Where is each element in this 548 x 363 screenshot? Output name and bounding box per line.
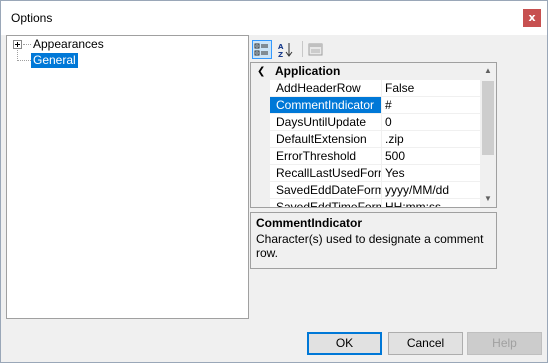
property-value[interactable]: False (382, 80, 480, 97)
svg-text:A: A (278, 43, 284, 51)
categorized-button[interactable] (252, 40, 272, 59)
property-name[interactable]: SavedEddDateFormat (270, 182, 382, 199)
tree-connector (17, 60, 31, 61)
svg-text:Z: Z (278, 51, 283, 58)
property-row[interactable]: ErrorThreshold 500 (251, 148, 480, 165)
property-pages-button[interactable] (306, 40, 326, 59)
property-grid-toolbar: A Z (250, 38, 546, 62)
row-gutter (251, 114, 270, 131)
property-row[interactable]: DaysUntilUpdate 0 (251, 114, 480, 131)
help-button[interactable]: Help (467, 332, 542, 355)
row-gutter (251, 97, 270, 114)
property-row[interactable]: AddHeaderRow False (251, 80, 480, 97)
title-bar: Options x (1, 1, 547, 35)
close-button[interactable]: x (523, 9, 541, 27)
property-name[interactable]: DefaultExtension (270, 131, 382, 148)
tree-connector (23, 44, 31, 45)
property-name[interactable]: AddHeaderRow (270, 80, 382, 97)
row-gutter (251, 131, 270, 148)
scroll-down-icon[interactable]: ▼ (480, 191, 496, 207)
options-dialog: Options x Appearances General A Z ❮ Appl… (0, 0, 548, 363)
row-gutter (251, 199, 270, 207)
row-gutter (251, 165, 270, 182)
alphabetical-button[interactable]: A Z (275, 40, 295, 59)
property-row[interactable]: DefaultExtension .zip (251, 131, 480, 148)
property-row[interactable]: CommentIndicator # (251, 97, 480, 114)
property-value[interactable]: Yes (382, 165, 480, 182)
alphabetical-sort-icon: A Z (278, 43, 293, 59)
dialog-footer: OK Cancel Help (1, 321, 547, 362)
property-description-panel: CommentIndicator Character(s) used to de… (250, 212, 497, 269)
cancel-button[interactable]: Cancel (388, 332, 463, 355)
vertical-scrollbar[interactable]: ▲ ▼ (480, 63, 496, 207)
row-gutter (251, 148, 270, 165)
scrollbar-thumb[interactable] (482, 81, 494, 155)
row-gutter (251, 182, 270, 199)
property-name-selected[interactable]: CommentIndicator (270, 97, 382, 114)
options-tree[interactable]: Appearances General (6, 35, 249, 319)
property-value[interactable]: # (382, 97, 480, 114)
row-gutter (251, 80, 270, 97)
property-name[interactable]: RecallLastUsedForm (270, 165, 382, 182)
description-title: CommentIndicator (256, 216, 363, 230)
property-value[interactable]: 0 (382, 114, 480, 131)
expand-icon[interactable] (13, 40, 22, 49)
property-grid[interactable]: ❮ Application AddHeaderRow False Comment… (250, 62, 497, 208)
tree-item-appearances[interactable]: Appearances (31, 37, 106, 52)
scroll-up-icon[interactable]: ▲ (480, 63, 496, 79)
description-text: Character(s) used to designate a comment… (256, 232, 484, 260)
window-title: Options (11, 11, 53, 25)
category-row[interactable]: ❮ Application (251, 63, 480, 80)
property-name[interactable]: DaysUntilUpdate (270, 114, 382, 131)
property-value[interactable]: 500 (382, 148, 480, 165)
collapse-chevron-icon[interactable]: ❮ (257, 63, 265, 80)
property-value[interactable]: yyyy/MM/dd (382, 182, 480, 199)
property-value[interactable]: HH:mm:ss (382, 199, 480, 207)
property-pages-icon (308, 43, 323, 56)
category-label: Application (275, 64, 341, 78)
categorized-icon (254, 43, 268, 56)
toolbar-separator (302, 41, 303, 57)
property-row[interactable]: RecallLastUsedForm Yes (251, 165, 480, 182)
tree-item-general[interactable]: General (31, 53, 78, 68)
property-name[interactable]: SavedEddTimeFormat (270, 199, 382, 207)
property-row[interactable]: SavedEddDateFormat yyyy/MM/dd (251, 182, 480, 199)
property-value[interactable]: .zip (382, 131, 480, 148)
property-name[interactable]: ErrorThreshold (270, 148, 382, 165)
property-row[interactable]: SavedEddTimeFormat HH:mm:ss (251, 199, 480, 207)
ok-button[interactable]: OK (307, 332, 382, 355)
